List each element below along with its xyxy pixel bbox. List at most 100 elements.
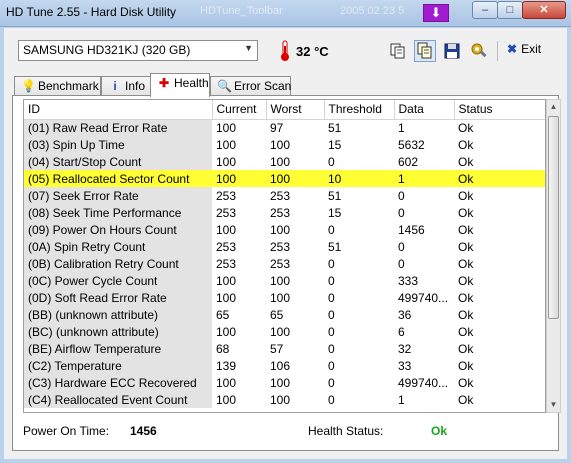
cell-worst: 253 [270, 205, 291, 220]
cell-status: Ok [458, 375, 474, 390]
floppy-disk-icon [444, 43, 460, 59]
table-row[interactable]: (04) Start/Stop Count 100 100 0 602 Ok [24, 153, 545, 170]
cell-current: 100 [216, 222, 237, 237]
options-button[interactable] [468, 40, 490, 62]
cell-current: 253 [216, 205, 237, 220]
cell-data: 499740... [398, 375, 449, 390]
table-row[interactable]: (08) Seek Time Performance 253 253 15 0 Ok [24, 204, 545, 221]
cell-status: Ok [458, 205, 474, 220]
tab-error-scan-label: Error Scan [234, 79, 292, 93]
drive-select[interactable]: SAMSUNG HD321KJ (320 GB) ▼ [18, 40, 258, 61]
cell-current: 139 [216, 358, 237, 373]
cell-data: 0 [398, 256, 405, 271]
scrollbar-thumb[interactable] [548, 116, 559, 319]
vertical-scrollbar[interactable]: ▲ ▼ [546, 99, 561, 413]
column-header-id[interactable]: ID [24, 100, 213, 120]
minimize-button[interactable]: – [472, 1, 498, 19]
smart-table[interactable]: ID Current Worst Threshold Data Status (… [23, 99, 546, 413]
table-row[interactable]: (0B) Calibration Retry Count 253 253 0 0 Ok [24, 255, 545, 272]
cell-threshold: 10 [324, 170, 394, 187]
copy-all-button[interactable] [414, 40, 436, 62]
cell-status: Ok [458, 188, 474, 203]
cell-id: (0A) Spin Retry Count [24, 238, 212, 255]
cell-id: (03) Spin Up Time [24, 136, 212, 153]
scroll-up-icon[interactable]: ▲ [547, 100, 560, 114]
cell-current: 253 [216, 188, 237, 203]
cell-data: 6 [398, 324, 405, 339]
cell-worst: 253 [270, 188, 291, 203]
copy-icon [390, 43, 405, 59]
cell-status: Ok [458, 307, 474, 322]
save-button[interactable] [441, 40, 463, 62]
health-status-label: Health Status: [308, 424, 384, 438]
table-row[interactable]: (09) Power On Hours Count 100 100 0 1456 Ok [24, 221, 545, 238]
table-row[interactable]: (05) Reallocated Sector Count 100 100 10 1 Ok [24, 170, 545, 187]
health-footer: Power On Time: 1456 Health Status: Ok [23, 424, 543, 444]
scroll-down-icon[interactable]: ▼ [547, 398, 560, 412]
cell-current: 100 [216, 273, 237, 288]
copy-button[interactable] [387, 40, 409, 62]
cell-threshold: 0 [328, 154, 335, 169]
cell-current: 100 [216, 120, 237, 135]
table-row[interactable]: (C4) Reallocated Event Count 100 100 0 1 Ok [24, 391, 545, 408]
table-row[interactable]: (07) Seek Error Rate 253 253 51 0 Ok [24, 187, 545, 204]
table-row[interactable]: (03) Spin Up Time 100 100 15 5632 Ok [24, 136, 545, 153]
title-bar[interactable]: HD Tune 2.55 - Hard Disk Utility HDTune_… [0, 0, 571, 27]
cell-current: 100 [216, 324, 237, 339]
cell-current: 100 [216, 375, 237, 390]
cell-id: (07) Seek Error Rate [24, 187, 212, 204]
toolbar-separator [497, 41, 498, 61]
cell-threshold: 15 [328, 205, 342, 220]
table-row[interactable]: (C2) Temperature 139 106 0 33 Ok [24, 357, 545, 374]
cell-data: 1 [394, 170, 454, 187]
column-header-current[interactable]: Current [212, 100, 267, 120]
table-row[interactable]: (BE) Airflow Temperature 68 57 0 32 Ok [24, 340, 545, 357]
close-button[interactable]: ✕ [522, 1, 566, 19]
table-row[interactable]: (BB) (unknown attribute) 65 65 0 36 Ok [24, 306, 545, 323]
exit-button[interactable]: ✖ Exit [507, 42, 541, 56]
cell-threshold: 0 [328, 375, 335, 390]
table-row[interactable]: (0A) Spin Retry Count 253 253 51 0 Ok [24, 238, 545, 255]
tab-info[interactable]: i Info [101, 76, 151, 96]
cell-threshold: 0 [328, 358, 335, 373]
cell-status: Ok [458, 324, 474, 339]
table-row[interactable]: (01) Raw Read Error Rate 100 97 51 1 Ok [24, 119, 545, 136]
column-header-worst[interactable]: Worst [266, 100, 325, 120]
cell-current: 100 [216, 154, 237, 169]
column-header-status[interactable]: Status [454, 100, 545, 120]
column-header-threshold[interactable]: Threshold [324, 100, 395, 120]
ghost-date: 2005 02 23 5 [340, 5, 405, 17]
table-row[interactable]: (0D) Soft Read Error Rate 100 100 0 499740..… [24, 289, 545, 306]
options-icon [471, 43, 487, 58]
table-header-row: ID Current Worst Threshold Data Status [24, 100, 545, 120]
cell-id: (C3) Hardware ECC Recovered [24, 374, 212, 391]
cell-threshold: 0 [328, 290, 335, 305]
cell-data: 36 [398, 307, 412, 322]
smart-attribute-table: ID Current Worst Threshold Data Status (… [24, 100, 545, 408]
thermometer-icon [281, 40, 289, 61]
tab-error-scan[interactable]: 🔍 Error Scan [210, 76, 291, 96]
maximize-button[interactable]: □ [497, 1, 523, 19]
cell-worst: 97 [270, 120, 284, 135]
drive-select-value: SAMSUNG HD321KJ (320 GB) [23, 43, 191, 57]
download-arrow-icon[interactable]: ⬇ [423, 4, 449, 22]
table-row[interactable]: (C3) Hardware ECC Recovered 100 100 0 499740… [24, 374, 545, 391]
cell-threshold: 51 [328, 239, 342, 254]
table-row[interactable]: (BC) (unknown attribute) 100 100 0 6 Ok [24, 323, 545, 340]
tab-health-label: Health [174, 76, 209, 90]
temperature-readout: 32 °C [296, 44, 329, 59]
cell-id: (08) Seek Time Performance [24, 204, 212, 221]
cell-worst: 253 [270, 239, 291, 254]
table-row[interactable]: (0C) Power Cycle Count 100 100 0 333 Ok [24, 272, 545, 289]
cell-status: Ok [458, 120, 474, 135]
tab-health[interactable]: ✚ Health [150, 73, 210, 97]
cell-status: Ok [458, 290, 474, 305]
tab-benchmark[interactable]: 💡 Benchmark [14, 76, 101, 96]
health-panel: ID Current Worst Threshold Data Status (… [12, 95, 561, 451]
cell-worst: 100 [266, 170, 324, 187]
column-header-data[interactable]: Data [394, 100, 455, 120]
cell-worst: 253 [270, 256, 291, 271]
tab-info-label: Info [125, 79, 146, 93]
cell-data: 32 [398, 341, 412, 356]
power-on-label: Power On Time: [23, 424, 110, 438]
